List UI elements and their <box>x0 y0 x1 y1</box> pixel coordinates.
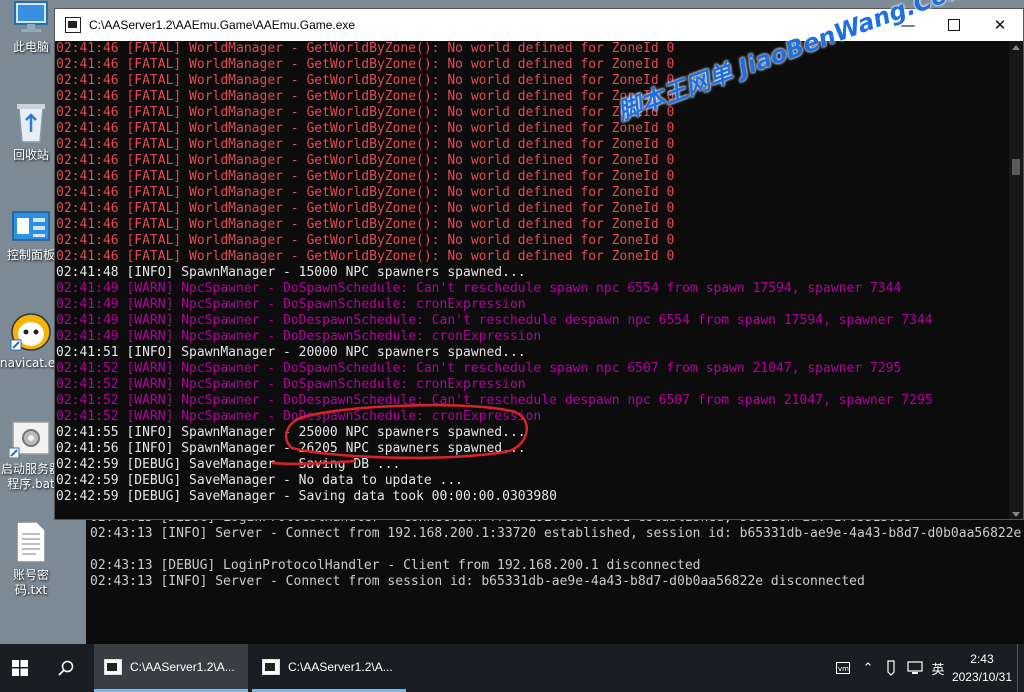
console-line-warn: 02:41:52 [WARN] NpcSpawner - DoSpawnSche… <box>56 361 902 376</box>
show-hidden-icons-button[interactable]: ⌃ <box>858 644 878 692</box>
desktop-icon-control-panel[interactable]: 控制面板 <box>0 210 62 263</box>
network-icon[interactable] <box>904 644 926 692</box>
tray-vm-icon[interactable]: vm <box>832 644 854 692</box>
console-line-fatal: 02:41:46 [FATAL] WorldManager - GetWorld… <box>56 153 675 168</box>
console-line-fatal: 02:41:46 [FATAL] WorldManager - GetWorld… <box>56 121 675 136</box>
taskbar-item-console-2[interactable]: C:\AAServer1.2\A... <box>252 644 406 692</box>
svg-text:vm: vm <box>838 665 849 673</box>
desktop-icon-label: 账号密码.txt <box>12 568 49 597</box>
system-clock[interactable]: 2:43 2023/10/31 <box>952 650 1012 686</box>
search-icon <box>58 660 74 676</box>
desktop-icon-recycle-bin[interactable]: 回收站 <box>0 100 62 163</box>
console-line-warn: 02:41:49 [WARN] NpcSpawner - DoDespawnSc… <box>56 329 542 344</box>
scroll-thumb[interactable] <box>1012 159 1020 175</box>
console-line-info: 02:41:55 [INFO] SpawnManager - 25000 NPC… <box>56 425 526 440</box>
console-app-icon <box>262 658 280 675</box>
recycle-bin-icon <box>13 100 49 144</box>
clock-date: 2023/10/31 <box>951 670 1012 684</box>
console-line-info: 02:41:56 [INFO] SpawnManager - 26205 NPC… <box>56 441 526 456</box>
console-line-warn: 02:41:49 [WARN] NpcSpawner - DoDespawnSc… <box>56 313 933 328</box>
console-line-warn: 02:41:52 [WARN] NpcSpawner - DoSpawnSche… <box>56 377 526 392</box>
console-line-fatal: 02:41:46 [FATAL] WorldManager - GetWorld… <box>56 105 675 120</box>
notification-button[interactable] <box>1017 644 1024 692</box>
desktop-icon-batch-file[interactable]: 启动服务器程序.bat <box>0 418 62 492</box>
scroll-down-icon[interactable] <box>1012 512 1020 517</box>
ime-indicator[interactable]: 英 <box>928 644 948 692</box>
console-line-debug: 02:42:59 [DEBUG] SaveManager - Saving da… <box>56 489 557 504</box>
scroll-up-icon[interactable] <box>1012 45 1020 50</box>
console-line: 02:43:13 [INFO] Server - Connect from se… <box>90 574 865 589</box>
text-file-icon <box>14 520 48 564</box>
window-title: C:\AAServer1.2\AAEmu.Game\AAEmu.Game.exe <box>89 18 356 32</box>
console-line-fatal: 02:41:46 [FATAL] WorldManager - GetWorld… <box>56 169 675 184</box>
pen-input-icon[interactable] <box>880 644 902 692</box>
maximize-icon <box>948 19 960 31</box>
console-line-fatal: 02:41:46 [FATAL] WorldManager - GetWorld… <box>56 57 675 72</box>
console-line-fatal: 02:41:46 [FATAL] WorldManager - GetWorld… <box>56 217 675 232</box>
background-console-window[interactable]: 02:43:13 [DEBUG] LoginProtocolHandler - … <box>86 500 1024 650</box>
batch-file-icon <box>8 418 53 459</box>
taskbar-item-label: C:\AAServer1.2\A... <box>130 659 235 674</box>
console-line-info: 02:41:51 [INFO] SpawnManager - 20000 NPC… <box>56 345 526 360</box>
console-line-fatal: 02:41:46 [FATAL] WorldManager - GetWorld… <box>56 137 675 152</box>
console-app-icon <box>65 17 81 33</box>
taskbar-item-label: C:\AAServer1.2\A... <box>288 659 393 674</box>
console-line-fatal: 02:41:46 [FATAL] WorldManager - GetWorld… <box>56 185 675 200</box>
console-line-fatal: 02:41:46 [FATAL] WorldManager - GetWorld… <box>56 73 675 88</box>
console-line-info: 02:41:48 [INFO] SpawnManager - 15000 NPC… <box>56 265 526 280</box>
desktop-icon-computer[interactable]: 此电脑 <box>0 0 62 55</box>
desktop-icon-label: 控制面板 <box>6 248 55 262</box>
close-icon: ✕ <box>993 16 1007 34</box>
console-line: 02:43:13 [DEBUG] LoginProtocolHandler - … <box>90 558 701 573</box>
desktop-icon-label: navicat.exe <box>0 356 70 370</box>
clock-time: 2:43 <box>970 652 994 666</box>
console-line-fatal: 02:41:46 [FATAL] WorldManager - GetWorld… <box>56 41 675 56</box>
desktop-icon-text-file[interactable]: 账号密码.txt <box>0 520 62 598</box>
navicat-icon <box>9 308 53 352</box>
close-button[interactable]: ✕ <box>977 9 1023 41</box>
console-app-icon <box>104 658 122 675</box>
console-line-warn: 02:41:49 [WARN] NpcSpawner - DoSpawnSche… <box>56 281 902 296</box>
taskbar: C:\AAServer1.2\A... C:\AAServer1.2\A... … <box>0 644 1024 692</box>
console-line-warn: 02:41:52 [WARN] NpcSpawner - DoDespawnSc… <box>56 393 933 408</box>
console-line-fatal: 02:41:46 [FATAL] WorldManager - GetWorld… <box>56 89 675 104</box>
console-line-warn: 02:41:52 [WARN] NpcSpawner - DoDespawnSc… <box>56 409 542 424</box>
control-panel-icon <box>11 210 51 244</box>
desktop-icon-label: 启动服务器程序.bat <box>0 462 61 491</box>
console-line-debug: 02:42:59 [DEBUG] SaveManager - Saving DB… <box>56 457 401 472</box>
search-button[interactable] <box>44 644 88 692</box>
taskbar-item-console-1[interactable]: C:\AAServer1.2\A... <box>94 644 248 692</box>
computer-icon <box>11 0 51 36</box>
console-line-fatal: 02:41:46 [FATAL] WorldManager - GetWorld… <box>56 201 675 216</box>
console-window[interactable]: C:\AAServer1.2\AAEmu.Game\AAEmu.Game.exe… <box>54 8 1024 520</box>
desktop-icon-label: 此电脑 <box>12 40 49 54</box>
console-output[interactable]: 02:41:46 [FATAL] WorldManager - GetWorld… <box>55 41 1011 519</box>
console-line-warn: 02:41:49 [WARN] NpcSpawner - DoSpawnSche… <box>56 297 526 312</box>
console-line-debug: 02:42:59 [DEBUG] SaveManager - No data t… <box>56 473 463 488</box>
windows-logo-icon <box>12 660 28 676</box>
vertical-scrollbar[interactable] <box>1009 41 1023 519</box>
desktop-icon-label: 回收站 <box>12 148 49 162</box>
console-line-fatal: 02:41:46 [FATAL] WorldManager - GetWorld… <box>56 249 675 264</box>
console-line-fatal: 02:41:46 [FATAL] WorldManager - GetWorld… <box>56 233 675 248</box>
start-button[interactable] <box>0 644 40 692</box>
desktop-icon-navicat[interactable]: navicat.exe <box>0 308 70 371</box>
maximize-button[interactable] <box>931 9 977 41</box>
console-line: 02:43:13 [INFO] Server - Connect from 19… <box>90 526 1022 541</box>
